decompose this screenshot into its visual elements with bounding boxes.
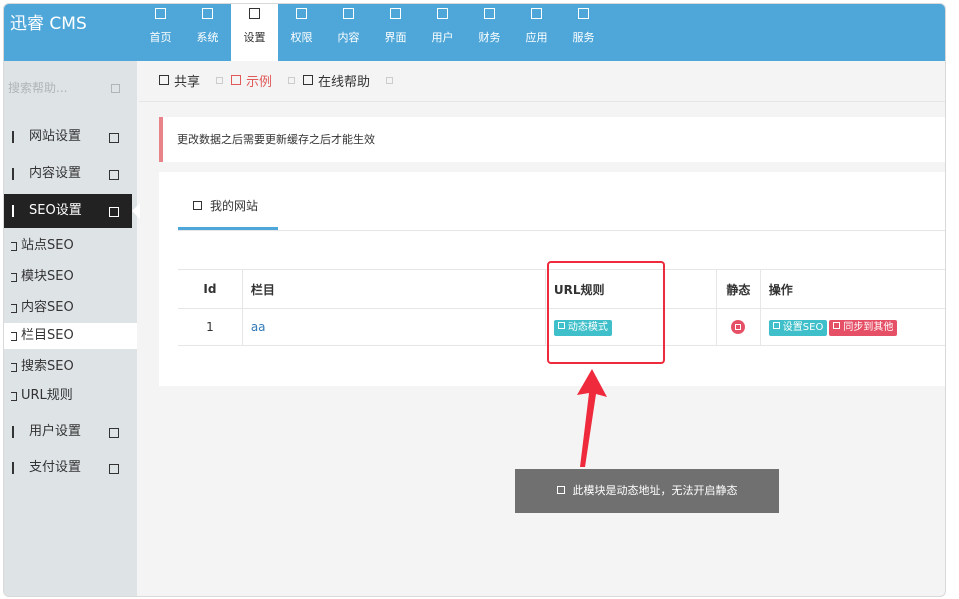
app-logo[interactable]: 迅睿 CMS: [4, 4, 143, 61]
main-nav: 首页 系统 设置 权限 内容 界面 用户 财务 应用 服务: [137, 4, 607, 61]
header-column: 栏目: [242, 269, 546, 309]
tooltip: 此模块是动态地址，无法开启静态: [515, 469, 779, 513]
expand-icon: [109, 170, 119, 180]
seo-icon: [772, 322, 780, 329]
expand-icon: [109, 428, 119, 438]
permissions-icon: [296, 8, 307, 19]
users-icon: [437, 8, 448, 19]
separator-icon: [386, 76, 394, 84]
breadcrumb-example[interactable]: 示例: [246, 71, 272, 90]
services-icon: [578, 8, 589, 19]
top-nav-bar: 迅睿 CMS 首页 系统 设置 权限 内容 界面 用户 财务 应用 服务: [4, 4, 945, 61]
sidebar-search-input[interactable]: 搜索帮助...: [4, 75, 126, 101]
nav-settings[interactable]: 设置: [231, 4, 278, 61]
sub-item-icon: [11, 332, 17, 341]
payment-settings-icon: [12, 462, 14, 474]
search-icon[interactable]: [111, 84, 120, 93]
home-icon: [155, 8, 166, 19]
apps-icon: [531, 8, 542, 19]
sidebar-sub-site-seo[interactable]: 站点SEO: [4, 233, 137, 259]
active-indicator: [132, 203, 140, 219]
sub-item-icon: [11, 273, 17, 282]
help-icon: [303, 75, 314, 85]
header-id[interactable]: Id: [178, 269, 243, 309]
nav-content[interactable]: 内容: [325, 4, 372, 61]
sidebar-sub-content-seo[interactable]: 内容SEO: [4, 295, 137, 321]
expand-icon: [109, 464, 119, 474]
site-icon: [193, 201, 202, 210]
nav-apps[interactable]: 应用: [513, 4, 560, 61]
sidebar-item-seo-settings[interactable]: SEO设置: [4, 194, 140, 228]
sidebar: 搜索帮助... 网站设置 内容设置 SEO设置 站点SEO 模块SEO 内容SE…: [4, 61, 140, 596]
nav-system[interactable]: 系统: [184, 4, 231, 61]
set-seo-button[interactable]: 设置SEO: [768, 319, 828, 336]
sidebar-sub-search-seo[interactable]: 搜索SEO: [4, 354, 137, 380]
app-window: 迅睿 CMS 首页 系统 设置 权限 内容 界面 用户 财务 应用 服务 搜索帮…: [3, 3, 946, 597]
site-settings-icon: [12, 131, 14, 143]
content-settings-icon: [12, 168, 14, 180]
static-status-icon[interactable]: [731, 320, 746, 335]
sub-item-icon: [11, 392, 17, 401]
sidebar-item-site-settings[interactable]: 网站设置: [4, 120, 137, 154]
nav-users[interactable]: 用户: [419, 4, 466, 61]
collapse-icon: [109, 207, 119, 217]
annotation-arrow-icon: [577, 369, 607, 467]
seo-settings-icon: [12, 205, 14, 217]
header-static: 静态: [716, 269, 761, 309]
sync-button[interactable]: 同步到其他: [829, 319, 898, 336]
cache-notice: 更改数据之后需要更新缓存之后才能生效: [159, 117, 945, 162]
sidebar-sub-module-seo[interactable]: 模块SEO: [4, 264, 137, 290]
sync-icon: [833, 322, 841, 329]
example-icon: [231, 75, 242, 85]
sidebar-item-payment-settings[interactable]: 支付设置: [4, 451, 137, 485]
header-actions: 操作: [759, 269, 945, 309]
share-icon: [159, 75, 169, 85]
nav-home[interactable]: 首页: [137, 4, 184, 61]
sidebar-item-content-settings[interactable]: 内容设置: [4, 157, 137, 191]
sub-item-icon: [11, 304, 17, 313]
separator-icon: [216, 76, 224, 84]
column-link[interactable]: aa: [251, 320, 266, 334]
sidebar-sub-url-rules[interactable]: URL规则: [4, 383, 137, 409]
expand-icon: [109, 133, 119, 143]
tab-my-site[interactable]: 我的网站: [178, 195, 278, 231]
settings-icon: [249, 8, 260, 19]
content-icon: [343, 8, 354, 19]
nav-finance[interactable]: 财务: [466, 4, 513, 61]
interface-icon: [390, 8, 401, 19]
cell-id: 1: [178, 308, 243, 346]
system-icon: [202, 8, 213, 19]
finance-icon: [484, 8, 495, 19]
separator-icon: [288, 76, 296, 84]
sub-item-icon: [11, 242, 17, 251]
highlight-box: [547, 261, 665, 364]
nav-interface[interactable]: 界面: [372, 4, 419, 61]
nav-services[interactable]: 服务: [560, 4, 607, 61]
divider: [139, 101, 945, 102]
breadcrumb: 共享 示例 在线帮助: [159, 69, 401, 91]
sub-item-icon: [11, 363, 17, 372]
breadcrumb-online-help[interactable]: 在线帮助: [318, 71, 370, 90]
sidebar-item-user-settings[interactable]: 用户设置: [4, 415, 137, 449]
breadcrumb-share[interactable]: 共享: [174, 71, 200, 90]
user-settings-icon: [12, 426, 14, 438]
info-icon: [556, 486, 565, 494]
sidebar-sub-column-seo[interactable]: 栏目SEO: [4, 323, 137, 349]
nav-permissions[interactable]: 权限: [278, 4, 325, 61]
divider: [178, 230, 945, 231]
